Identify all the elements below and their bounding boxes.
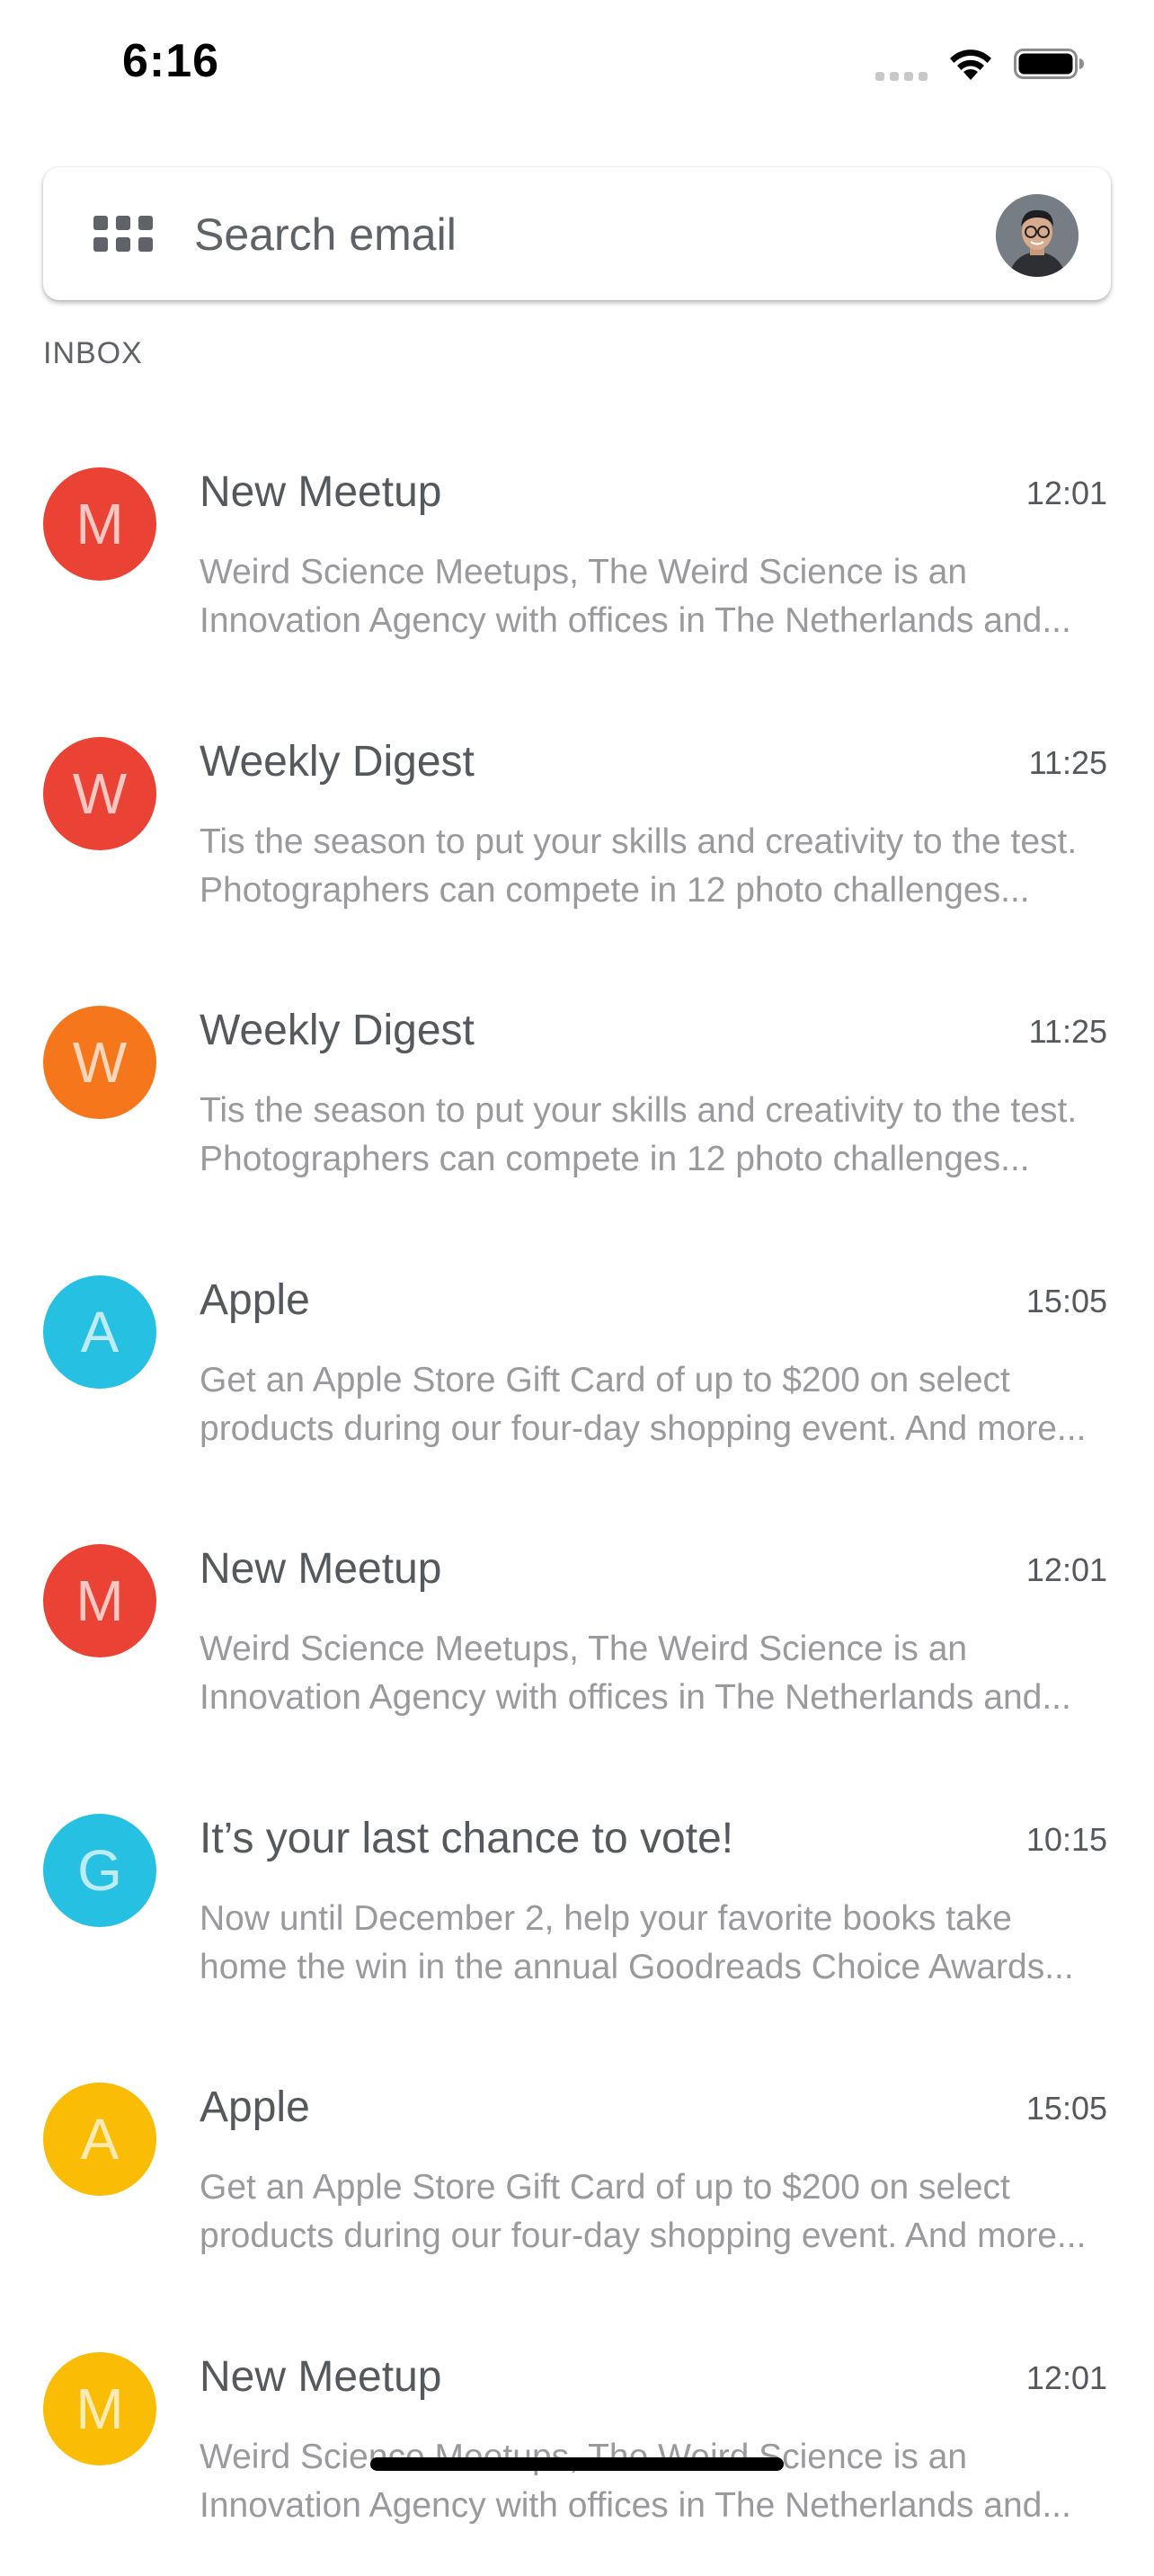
email-subject: Apple [200, 1275, 310, 1325]
home-indicator[interactable] [370, 2457, 784, 2471]
email-preview: Tis the season to put your skills and cr… [200, 1087, 1107, 1184]
wifi-icon [947, 46, 994, 82]
email-subject: Weekly Digest [200, 737, 475, 786]
email-subject: It’s your last chance to vote! [200, 1814, 733, 1863]
sender-avatar: W [43, 737, 156, 850]
sender-avatar: A [43, 1275, 156, 1389]
profile-photo-icon [996, 194, 1079, 277]
email-time: 11:25 [1029, 744, 1107, 782]
email-time: 15:05 [1026, 2090, 1107, 2127]
sender-avatar: M [43, 467, 156, 581]
cellular-signal-icon [875, 45, 928, 83]
email-time: 10:15 [1026, 1821, 1107, 1859]
profile-avatar[interactable] [996, 194, 1079, 277]
email-preview: Get an Apple Store Gift Card of up to $2… [200, 1356, 1107, 1453]
battery-icon [1014, 46, 1086, 82]
email-subject: Weekly Digest [200, 1006, 475, 1055]
email-list-item[interactable]: W Weekly Digest 11:25 Tis the season to … [0, 692, 1154, 962]
email-time: 11:25 [1029, 1013, 1107, 1051]
sender-avatar: M [43, 2352, 156, 2465]
email-list-item[interactable]: G It’s your last chance to vote! 10:15 N… [0, 1769, 1154, 2039]
email-subject: Apple [200, 2083, 310, 2132]
email-subject: New Meetup [200, 2352, 441, 2402]
email-time: 12:01 [1026, 1551, 1107, 1589]
status-time: 6:16 [122, 34, 219, 88]
email-time: 12:01 [1026, 475, 1107, 512]
email-list-item[interactable]: A Apple 15:05 Get an Apple Store Gift Ca… [0, 1230, 1154, 1500]
email-preview: Weird Science Meetups, The Weird Science… [200, 548, 1107, 645]
sender-avatar: G [43, 1814, 156, 1927]
email-list: M New Meetup 12:01 Weird Science Meetups… [0, 422, 1154, 2576]
email-preview: Weird Science Meetups, The Weird Science… [200, 1625, 1107, 1722]
email-time: 15:05 [1026, 1283, 1107, 1320]
email-subject: New Meetup [200, 1544, 441, 1594]
sender-avatar: A [43, 2083, 156, 2196]
email-list-item[interactable]: M New Meetup 12:01 Weird Science Meetups… [0, 422, 1154, 692]
email-list-item[interactable]: M New Meetup 12:01 Weird Science Meetups… [0, 2307, 1154, 2576]
email-time: 12:01 [1026, 2359, 1107, 2397]
sender-avatar: M [43, 1544, 156, 1657]
email-subject: New Meetup [200, 467, 441, 517]
email-preview: Get an Apple Store Gift Card of up to $2… [200, 2163, 1107, 2261]
search-input[interactable]: Search email [194, 209, 457, 261]
email-list-item[interactable]: W Weekly Digest 11:25 Tis the season to … [0, 961, 1154, 1230]
apps-grid-icon[interactable] [93, 216, 153, 252]
status-bar: 6:16 [0, 0, 1154, 135]
email-preview: Tis the season to put your skills and cr… [200, 818, 1107, 915]
sender-avatar: W [43, 1006, 156, 1119]
inbox-section-label: INBOX [43, 336, 143, 371]
email-list-item[interactable]: M New Meetup 12:01 Weird Science Meetups… [0, 1499, 1154, 1769]
email-list-item[interactable]: A Apple 15:05 Get an Apple Store Gift Ca… [0, 2038, 1154, 2307]
search-bar[interactable]: Search email [43, 167, 1111, 300]
status-icons [875, 45, 1086, 83]
email-preview: Weird Science Meetups, The Weird Science… [200, 2433, 1107, 2530]
email-preview: Now until December 2, help your favorite… [200, 1895, 1107, 1992]
